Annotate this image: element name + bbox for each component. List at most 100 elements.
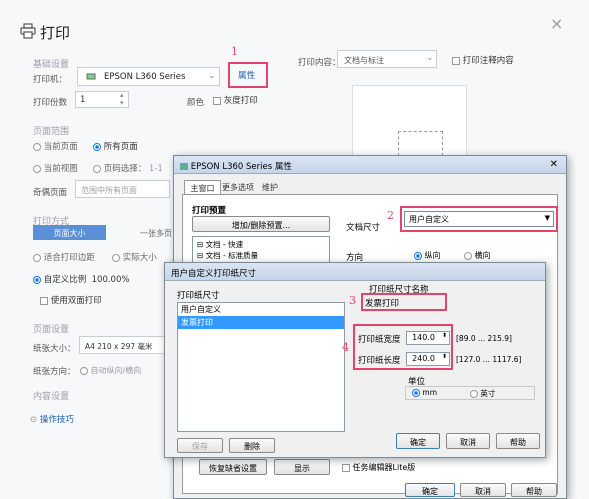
annotation-1: 1 [231,45,238,58]
paper-name-input[interactable]: 发票打印 [365,297,505,309]
printer-select[interactable]: EPSON L360 Series ⌄ [77,67,220,86]
page-select-radio[interactable]: 页码选择： 1-1 [93,162,163,174]
height-value: 240.0 [412,354,435,363]
paper-list-label: 打印纸尺寸 [177,291,220,301]
close-icon[interactable]: × [550,14,563,33]
all-pages-radio[interactable]: 所有页面 [93,140,138,152]
info-icon: ⊙ [30,415,38,425]
properties-title-bar: EPSON L360 Series 属性 ✕ [174,156,566,174]
page-select-label: 页码选择： [103,164,147,174]
print-title: 打印 [40,24,71,42]
paper-size-select[interactable]: A4 210 x 297 毫米 [79,336,169,354]
properties-cancel-button[interactable]: 取消 [460,483,506,497]
custom-scale-value: 100.00% [91,275,130,285]
orientation-radio[interactable]: 自动纵向/横向 [80,365,141,376]
portrait-radio[interactable]: 纵向 [414,250,441,261]
unit-mm-label: mm [422,388,438,397]
save-button[interactable]: 保存 [177,438,223,453]
close-icon[interactable]: ✕ [550,159,558,170]
paper-size-value: A4 210 x 297 毫米 [85,342,153,351]
printer-small-icon [180,163,188,170]
width-value: 140.0 [412,333,435,342]
properties-title: EPSON L360 Series 属性 [190,162,292,172]
grayscale-label: 灰度打印 [223,96,258,106]
current-page-radio[interactable]: 当前页面 [33,140,78,152]
actual-size-radio[interactable]: 实际大小 [112,251,157,263]
content-select[interactable]: 文档与标注 ⌄ [337,50,437,68]
printer-small-icon [86,72,96,84]
tab-main[interactable]: 主窗口 [184,180,221,195]
fit-margin-radio[interactable]: 适合打印边距 [33,251,95,263]
copies-stepper[interactable]: 1 ▴ ▾ [75,91,129,108]
width-range: [89.0 ... 215.9] [456,334,512,343]
odd-even-value: 范围中所有页面 [81,186,137,195]
list-item[interactable]: 用户自定义 [178,303,344,316]
list-item[interactable]: ⊟ 文档 - 标准质量 [197,250,325,261]
list-item[interactable]: ⊟ 文档 - 快速 [197,239,325,250]
preset-item-label: 文档 - 快速 [205,240,244,249]
stepper-arrows-icon[interactable]: ⬍ [442,332,447,339]
stepper-up-icon[interactable]: ▴ [120,91,124,99]
current-view-label: 当前视图 [43,164,78,174]
add-preset-button[interactable]: 增加/删除预置... [192,216,330,232]
tab-page-size[interactable]: 页面大小 [33,225,106,240]
chevron-down-icon: ⌄ [426,53,434,63]
color-label: 颜色 [187,98,205,108]
paper-size-list[interactable]: 用户自定义 发票打印 [177,302,345,432]
current-page-label: 当前页面 [43,142,78,152]
tab-multi-page[interactable]: 一张多页 [140,228,172,239]
annotation-3: 3 [349,294,356,307]
custom-ok-button[interactable]: 确定 [396,433,440,449]
annotation-4: 4 [342,341,349,354]
custom-scale-radio[interactable]: 自定义比例 100.00% [33,273,129,285]
copies-label: 打印份数 [33,98,68,108]
stepper-down-icon[interactable]: ▾ [120,99,124,107]
printer-value: EPSON L360 Series [104,72,186,82]
dropdown-arrow-icon: ▼ [544,214,550,222]
tips-link[interactable]: ⊙ 操作技巧 [30,413,74,425]
preset-item-label: 文档 - 标准质量 [205,251,259,260]
task-editor-checkbox[interactable]: 任务编辑器Lite版 [342,462,415,473]
unit-inch-radio[interactable]: 英寸 [470,388,495,399]
unit-mm-radio[interactable]: mm [412,388,437,397]
current-view-radio[interactable]: 当前视图 [33,162,78,174]
custom-cancel-button[interactable]: 取消 [446,433,490,449]
grayscale-checkbox[interactable]: 灰度打印 [213,94,258,106]
delete-button[interactable]: 删除 [229,438,275,453]
height-stepper[interactable]: 240.0 ⬍ [406,352,450,366]
annotation-print-label: 打印注释内容 [462,56,514,66]
tab-maintenance[interactable]: 维护 [262,182,278,193]
width-label: 打印纸宽度 [358,335,401,345]
orientation-value: 自动纵向/横向 [90,366,142,375]
unit-inch-label: 英寸 [480,389,496,398]
fit-margin-label: 适合打印边距 [43,253,95,263]
odd-even-label: 奇偶页面 [33,188,68,198]
page-setup-section: 页面设置 [33,325,70,335]
landscape-radio[interactable]: 横向 [464,250,491,261]
doc-size-select[interactable]: 用户自定义 ▼ [404,211,554,227]
custom-help-button[interactable]: 帮助 [496,433,540,449]
tab-more-options[interactable]: 更多选项 [222,182,254,193]
duplex-checkbox[interactable]: 使用双面打印 [40,294,102,306]
list-item[interactable]: 发票打印 [178,316,344,329]
printer-label: 打印机： [33,75,68,85]
properties-help-button[interactable]: 帮助 [511,483,557,497]
content-label: 打印内容： [298,58,341,68]
presets-label: 打印预置 [192,206,227,216]
annotation-print-checkbox[interactable]: 打印注释内容 [452,54,514,66]
height-range: [127.0 ... 1117.6] [456,355,522,364]
landscape-label: 横向 [474,251,491,260]
content-value: 文档与标注 [344,56,384,65]
stepper-arrows-icon[interactable]: ⬍ [442,353,447,360]
width-stepper[interactable]: 140.0 ⬍ [406,331,450,345]
portrait-label: 纵向 [424,251,441,260]
custom-scale-label: 自定义比例 [43,275,87,285]
odd-even-select[interactable]: 范围中所有页面 [75,180,170,198]
properties-ok-button[interactable]: 确定 [405,483,455,497]
printer-icon [20,23,36,42]
annotation-2: 2 [387,209,394,222]
properties-button[interactable]: 属性 [238,69,255,81]
restore-defaults-button[interactable]: 恢复缺省设置 [199,459,267,475]
unit-group: mm 英寸 [405,386,535,400]
display-button[interactable]: 显示 [274,459,330,475]
